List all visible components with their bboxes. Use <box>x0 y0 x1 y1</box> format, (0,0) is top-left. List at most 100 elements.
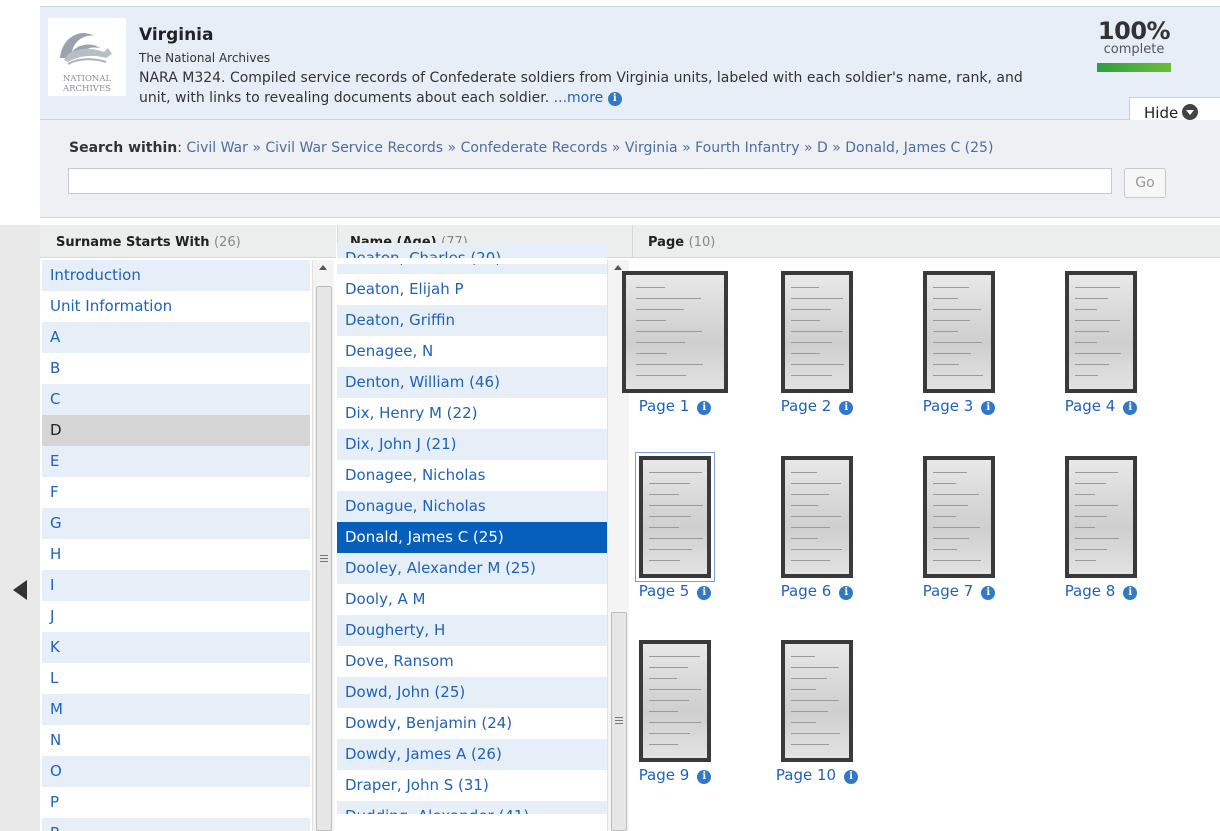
name-item[interactable]: Draper, John S (31) <box>337 770 607 801</box>
document-text-line <box>649 667 689 668</box>
left-arrow-icon[interactable] <box>13 580 27 600</box>
name-item[interactable]: Dove, Ransom <box>337 646 607 677</box>
more-link[interactable]: ...more <box>554 90 604 106</box>
info-icon[interactable]: i <box>839 586 854 600</box>
surname-item[interactable]: Unit Information <box>42 291 310 322</box>
info-icon[interactable]: i <box>697 586 712 600</box>
surname-item[interactable]: K <box>42 632 310 663</box>
page-tile[interactable]: Page 8 i <box>1036 456 1166 600</box>
surname-item[interactable]: A <box>42 322 310 353</box>
name-item[interactable]: Dooley, Alexander M (25) <box>337 553 607 584</box>
surname-item[interactable]: F <box>42 477 310 508</box>
go-button[interactable]: Go <box>1124 168 1166 198</box>
surname-item[interactable]: N <box>42 725 310 756</box>
page-tile[interactable]: Page 9 i <box>610 640 740 784</box>
page-tile[interactable]: Page 5 i <box>610 452 740 600</box>
scroll-up-arrow-icon[interactable] <box>319 265 327 270</box>
info-icon[interactable]: i <box>607 92 622 106</box>
page-thumbnail[interactable] <box>781 271 853 393</box>
surname-scrollbar[interactable] <box>312 260 334 831</box>
page-label[interactable]: Page 8 i <box>1036 582 1166 600</box>
scroll-up-arrow-icon[interactable] <box>614 265 622 270</box>
document-text-line <box>635 364 704 365</box>
document-text-line <box>791 538 819 539</box>
document-text-line <box>635 309 684 310</box>
page-label[interactable]: Page 3 i <box>894 397 1024 415</box>
surname-item[interactable]: O <box>42 756 310 787</box>
name-item[interactable]: Denagee, N <box>337 336 607 367</box>
page-label[interactable]: Page 10 i <box>752 766 882 784</box>
search-within-panel: Search within: Civil War » Civil War Ser… <box>40 120 1220 218</box>
name-item[interactable]: Dooly, A M <box>337 584 607 615</box>
grip-icon <box>320 554 328 562</box>
name-item[interactable]: Dudding, Alexander (41) <box>337 801 607 814</box>
page-tile[interactable]: Page 3 i <box>894 271 1024 415</box>
surname-item[interactable]: J <box>42 601 310 632</box>
page-thumbnail[interactable] <box>923 456 995 578</box>
page-label[interactable]: Page 5 i <box>610 582 740 600</box>
name-item[interactable]: Dix, Henry M (22) <box>337 398 607 429</box>
page-thumbnail[interactable] <box>1065 271 1137 393</box>
document-text-line <box>649 483 691 484</box>
page-thumbnail[interactable] <box>923 271 995 393</box>
page-thumbnail[interactable] <box>781 640 853 762</box>
surname-item[interactable]: E <box>42 446 310 477</box>
surname-item[interactable]: L <box>42 663 310 694</box>
info-icon[interactable]: i <box>697 401 712 415</box>
surname-item[interactable]: B <box>42 353 310 384</box>
info-icon[interactable]: i <box>981 586 996 600</box>
page-label[interactable]: Page 7 i <box>894 582 1024 600</box>
page-thumbnail[interactable] <box>635 452 715 582</box>
page-tile[interactable]: Page 4 i <box>1036 271 1166 415</box>
surname-item[interactable]: P <box>42 787 310 818</box>
info-icon[interactable]: i <box>844 770 859 784</box>
document-text-line <box>1075 342 1098 343</box>
surname-item[interactable]: C <box>42 384 310 415</box>
surname-item[interactable]: I <box>42 570 310 601</box>
page-label[interactable]: Page 1 i <box>610 397 740 415</box>
name-item[interactable]: Deaton, Griffin <box>337 305 607 336</box>
document-text-line <box>933 494 980 495</box>
page-thumbnail[interactable] <box>781 456 853 578</box>
search-input[interactable] <box>68 168 1112 194</box>
info-icon[interactable]: i <box>697 770 712 784</box>
page-label[interactable]: Page 4 i <box>1036 397 1166 415</box>
document-text-line <box>933 527 981 528</box>
info-icon[interactable]: i <box>1123 586 1138 600</box>
page-label[interactable]: Page 9 i <box>610 766 740 784</box>
surname-item[interactable]: R <box>42 818 310 831</box>
info-icon[interactable]: i <box>1123 401 1138 415</box>
page-tile[interactable]: Page 2 i <box>752 271 882 415</box>
page-tile[interactable]: Page 1 i <box>610 271 740 415</box>
document-text-line <box>791 505 818 506</box>
surname-item[interactable]: Introduction <box>42 260 310 291</box>
info-icon[interactable]: i <box>839 401 854 415</box>
name-item[interactable]: Donague, Nicholas <box>337 491 607 522</box>
name-item[interactable]: Dowdy, Benjamin (24) <box>337 708 607 739</box>
name-item[interactable]: Donald, James C (25) <box>337 522 607 553</box>
surname-item[interactable]: G <box>42 508 310 539</box>
surname-item[interactable]: D <box>42 415 310 446</box>
page-tile[interactable]: Page 7 i <box>894 456 1024 600</box>
name-item[interactable]: Dougherty, H <box>337 615 607 646</box>
info-icon[interactable]: i <box>981 401 996 415</box>
name-item[interactable]: Dowd, John (25) <box>337 677 607 708</box>
document-text-line <box>791 689 816 690</box>
page-tile[interactable]: Page 6 i <box>752 456 882 600</box>
document-text-line <box>933 375 983 376</box>
name-item[interactable]: Dix, John J (21) <box>337 429 607 460</box>
surname-item[interactable]: H <box>42 539 310 570</box>
name-item[interactable]: Donagee, Nicholas <box>337 460 607 491</box>
surname-item[interactable]: M <box>42 694 310 725</box>
page-tile[interactable]: Page 10 i <box>752 640 882 784</box>
surname-scroll-thumb[interactable] <box>316 286 332 831</box>
page-thumbnail[interactable] <box>639 640 711 762</box>
name-item[interactable]: Dowdy, James A (26) <box>337 739 607 770</box>
breadcrumb-path[interactable]: Civil War » Civil War Service Records » … <box>186 140 993 156</box>
page-label[interactable]: Page 6 i <box>752 582 882 600</box>
page-thumbnail[interactable] <box>1065 456 1137 578</box>
page-thumbnail[interactable] <box>622 271 728 393</box>
page-label[interactable]: Page 2 i <box>752 397 882 415</box>
name-item[interactable]: Denton, William (46) <box>337 367 607 398</box>
name-item[interactable]: Deaton, Elijah P <box>337 274 607 305</box>
